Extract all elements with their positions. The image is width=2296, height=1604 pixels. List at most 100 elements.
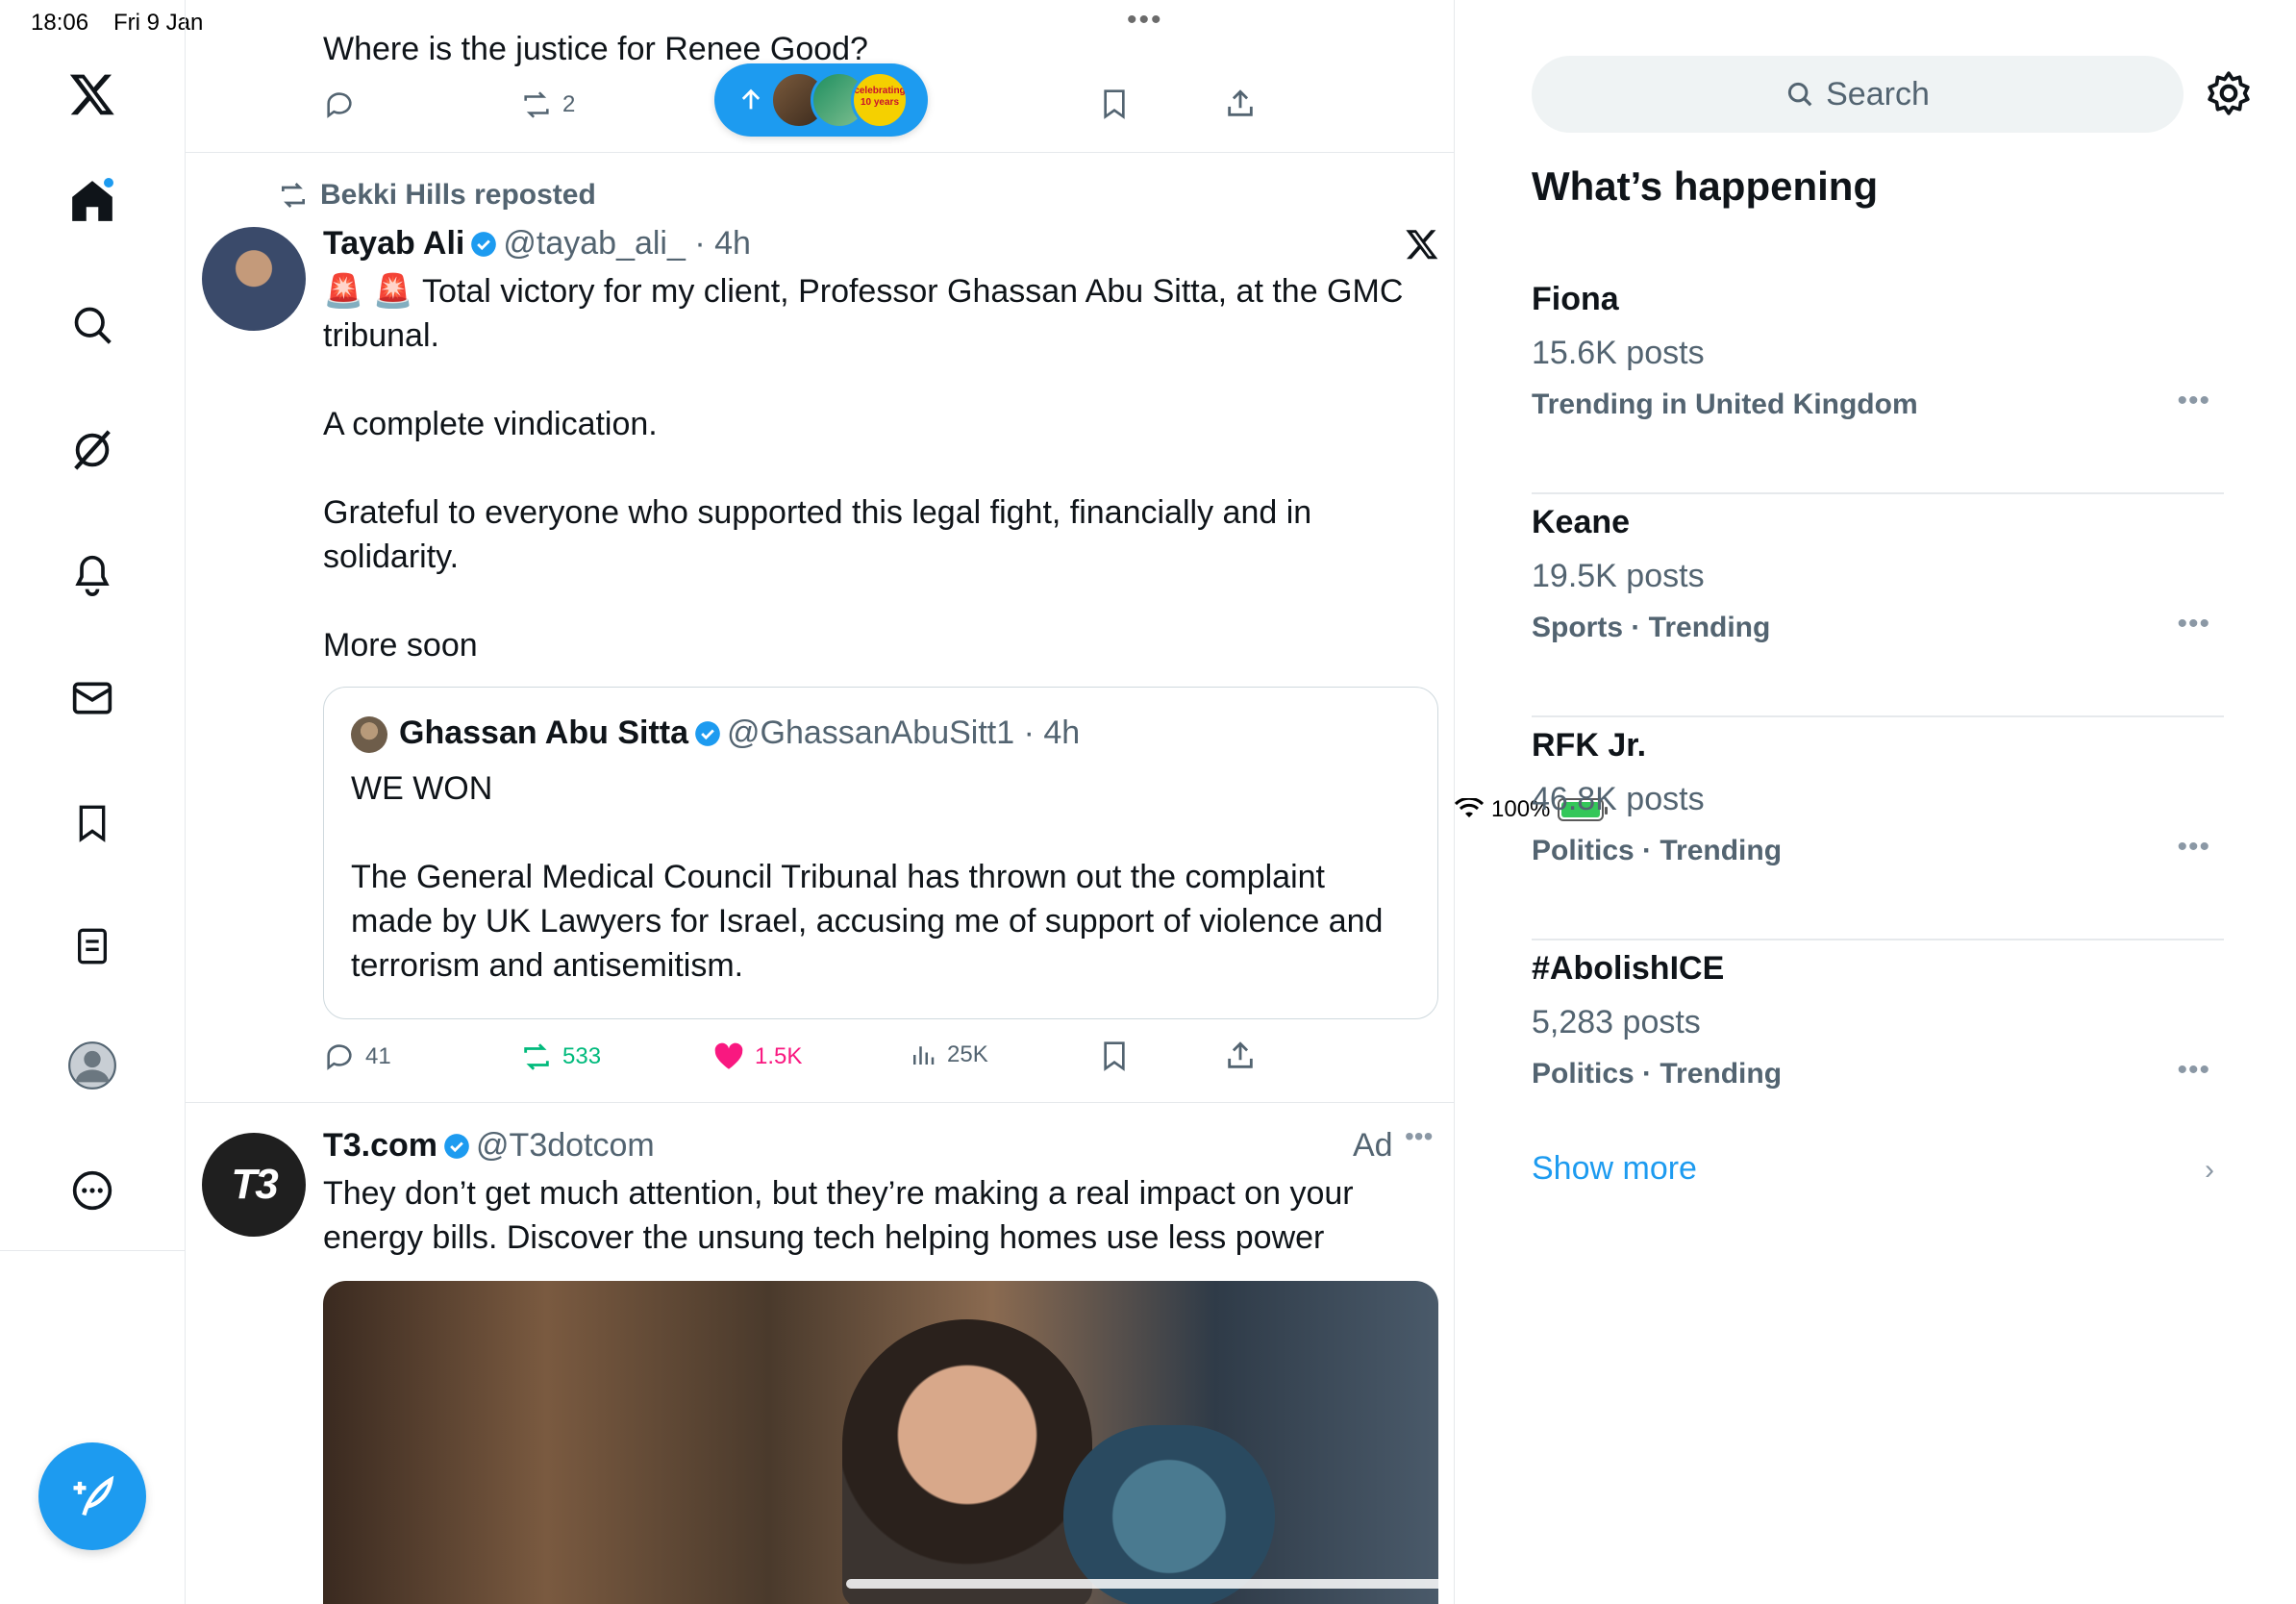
- quoted-post[interactable]: Ghassan Abu Sitta @GhassanAbuSitt1 · 4h W…: [323, 687, 1438, 1019]
- ad-author-handle[interactable]: @T3dotcom: [476, 1127, 655, 1164]
- repost-count: 2: [562, 91, 576, 117]
- quote-line-3: made by UK Lawyers for Israel, accusing …: [351, 903, 1384, 940]
- post-line-1: Total victory for my client, Professor G…: [421, 273, 1404, 310]
- trend-item[interactable]: Fiona 15.6K posts Trending in United Kin…: [1532, 271, 2224, 494]
- quote-line-1: WE WON: [351, 770, 493, 807]
- nav-home[interactable]: [58, 166, 127, 236]
- trend-item[interactable]: #AbolishICE 5,283 posts Politics · Trend…: [1532, 940, 2224, 1164]
- trend-posts: 19.5K posts: [1532, 558, 1705, 594]
- avatar[interactable]: [202, 227, 306, 331]
- ad-body: They don’t get much attention, but they’…: [323, 1171, 1448, 1260]
- avatar-label: celebrating 10 years: [854, 86, 906, 108]
- avatar-icon: [68, 1041, 116, 1090]
- share-button[interactable]: [1224, 87, 1257, 121]
- post-line-2: tribunal.: [323, 317, 439, 354]
- repost-button[interactable]: 533: [520, 1040, 601, 1073]
- quote-header: Ghassan Abu Sitta @GhassanAbuSitt1 · 4h: [399, 711, 1080, 755]
- nav-more[interactable]: [58, 1156, 127, 1225]
- repost-icon: [524, 1043, 549, 1070]
- search-icon: [1788, 82, 1812, 107]
- more-options-icon[interactable]: •••: [2177, 1054, 2210, 1087]
- nav-messages[interactable]: [58, 664, 127, 733]
- more-options-icon[interactable]: •••: [1405, 1121, 1433, 1152]
- trend-name: #AbolishICE: [1532, 950, 1725, 987]
- gear-icon[interactable]: [2205, 69, 2253, 117]
- nav-notifications[interactable]: [58, 540, 127, 610]
- avatar: celebrating 10 years: [851, 71, 909, 129]
- repost-icon: [282, 183, 305, 208]
- post-time: · 4h: [694, 225, 751, 262]
- search-placeholder: Search: [1826, 75, 1930, 113]
- trend-context: Politics · Trending: [1532, 835, 1783, 866]
- more-options-icon[interactable]: •••: [2177, 385, 2210, 417]
- repost-icon: [524, 91, 549, 118]
- author-handle[interactable]: @tayab_ali_: [503, 225, 686, 262]
- mail-icon: [72, 682, 112, 714]
- trend-item[interactable]: Keane 19.5K posts Sports · Trending •••: [1532, 494, 2224, 717]
- quote-line-4: terrorism and antisemitism.: [351, 947, 744, 984]
- trend-item[interactable]: RFK Jr. 46.8K posts Politics · Trending …: [1532, 717, 2224, 940]
- views-button[interactable]: 25K: [909, 1040, 988, 1069]
- ad-image[interactable]: [323, 1281, 1438, 1604]
- bookmark-button[interactable]: [1099, 87, 1130, 121]
- nav-lists[interactable]: [58, 912, 127, 981]
- quote-author-name: Ghassan Abu Sitta: [399, 714, 689, 751]
- chevron-right-icon[interactable]: ›: [2205, 1154, 2214, 1187]
- list-icon: [78, 928, 107, 965]
- more-options-icon[interactable]: •••: [2177, 831, 2210, 864]
- trends-heading: What’s happening: [1532, 163, 1879, 209]
- post-body: 🚨 🚨 Total victory for my client, Profess…: [323, 269, 1448, 667]
- search-icon: [74, 307, 112, 344]
- bookmark-button[interactable]: [1099, 1039, 1130, 1073]
- verified-icon: [471, 232, 497, 257]
- verified-icon: [695, 721, 720, 746]
- more-options-icon[interactable]: •••: [2177, 608, 2210, 640]
- ad-avatar-text: T3: [231, 1161, 278, 1208]
- feather-plus-icon: [73, 1475, 114, 1516]
- like-button[interactable]: 1.5K: [712, 1040, 802, 1073]
- nav-bookmarks[interactable]: [58, 789, 127, 858]
- reply-icon: [327, 1044, 352, 1070]
- heart-icon: [714, 1042, 743, 1069]
- unread-dot-icon: [102, 176, 115, 189]
- trend-name: Keane: [1532, 504, 1631, 540]
- divider: [186, 1102, 1454, 1103]
- new-posts-pill[interactable]: celebrating 10 years: [714, 63, 928, 137]
- x-logo-icon[interactable]: [58, 60, 127, 129]
- share-icon: [1228, 1041, 1253, 1068]
- reply-icon: [327, 92, 352, 118]
- search-input[interactable]: Search: [1532, 56, 2184, 133]
- home-indicator[interactable]: [846, 1579, 1450, 1589]
- post-para-4: More soon: [323, 627, 478, 664]
- nav-grok[interactable]: [58, 415, 127, 485]
- trend-name: RFK Jr.: [1532, 727, 1647, 764]
- author-name[interactable]: Tayab Ali: [323, 225, 464, 262]
- post-para-2: A complete vindication.: [323, 406, 658, 442]
- divider: [186, 152, 1454, 153]
- trend-context: Politics · Trending: [1532, 1058, 1783, 1090]
- nav-profile[interactable]: [58, 1031, 127, 1100]
- show-more-link[interactable]: Show more: [1532, 1150, 1697, 1188]
- bookmark-icon: [1104, 1041, 1125, 1071]
- ad-line-2: energy bills. Discover the unsung tech h…: [323, 1219, 1325, 1256]
- trend-context: Trending in United Kingdom: [1532, 388, 1918, 420]
- repost-header: Bekki Hills reposted: [278, 179, 596, 212]
- views-icon: [913, 1046, 935, 1065]
- ad-author-name[interactable]: T3.com: [323, 1127, 437, 1164]
- ad-label: Ad: [1353, 1127, 1393, 1164]
- trend-posts: 5,283 posts: [1532, 1004, 1701, 1040]
- compose-button[interactable]: [38, 1442, 146, 1550]
- ad-line-1: They don’t get much attention, but they’…: [323, 1175, 1354, 1212]
- ad-header: T3.com @T3dotcom: [323, 1123, 655, 1167]
- reply-button[interactable]: [323, 88, 356, 121]
- more-circle-icon: [72, 1170, 112, 1211]
- reply-button[interactable]: 41: [323, 1040, 391, 1073]
- quote-avatar: [351, 716, 387, 753]
- nav-search[interactable]: [58, 290, 127, 360]
- share-button[interactable]: [1224, 1039, 1257, 1073]
- avatar[interactable]: T3: [202, 1133, 306, 1237]
- trend-name: Fiona: [1532, 281, 1619, 317]
- repost-button[interactable]: 2: [520, 88, 575, 121]
- bookmark-icon: [79, 805, 106, 842]
- post-para-3b: solidarity.: [323, 539, 460, 575]
